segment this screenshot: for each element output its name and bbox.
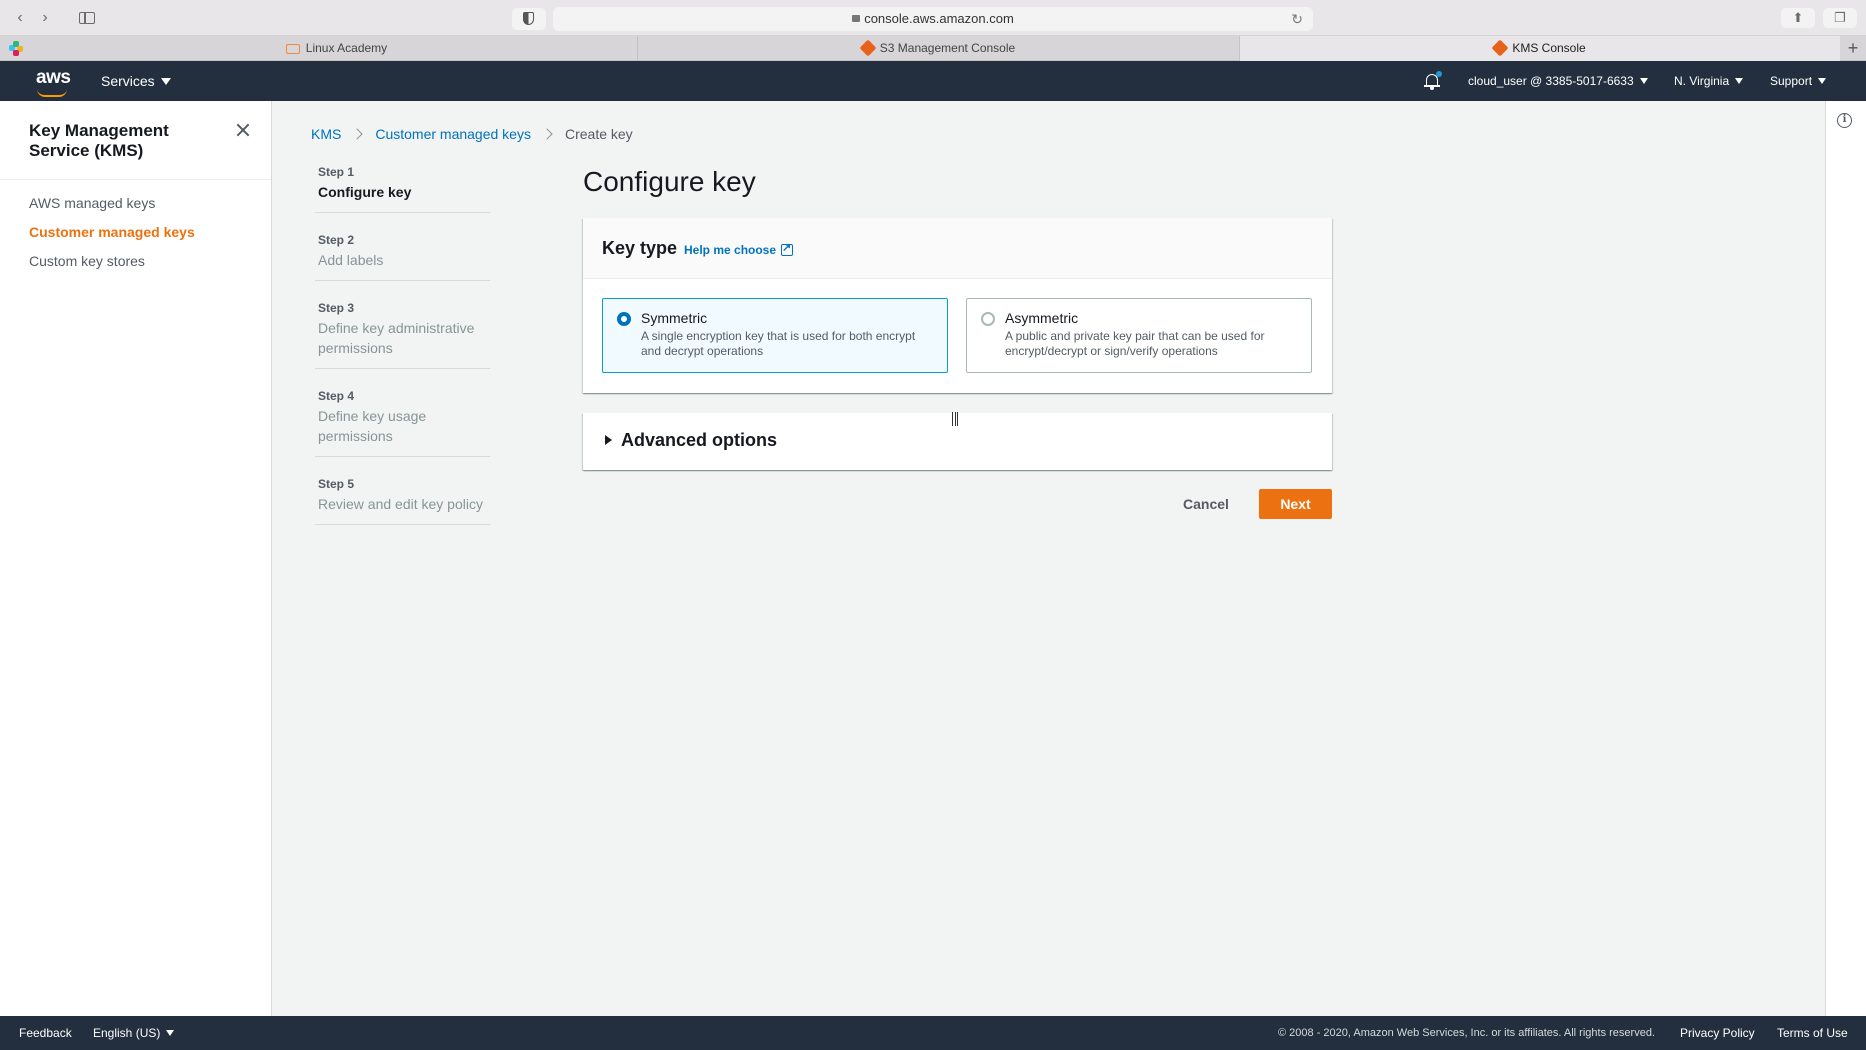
breadcrumb-customer-managed-keys[interactable]: Customer managed keys [375, 126, 531, 142]
wizard-step-3: Step 3 Define key administrative permiss… [315, 297, 490, 369]
forward-icon[interactable]: › [33, 8, 57, 28]
tab-s3-console[interactable]: S3 Management Console [638, 36, 1240, 61]
tab-bar: Linux Academy S3 Management Console KMS … [0, 36, 1866, 61]
wizard-step-2: Step 2 Add labels [315, 229, 490, 281]
slack-icon[interactable] [9, 41, 24, 56]
symmetric-radio[interactable] [617, 312, 631, 326]
footer: Feedback English (US) © 2008 - 2020, Ama… [0, 1016, 1866, 1050]
tab-linux-academy[interactable]: Linux Academy [36, 36, 638, 61]
services-label: Services [101, 73, 155, 89]
bell-icon[interactable] [1422, 71, 1442, 91]
step-label: Review and edit key policy [318, 496, 483, 512]
close-icon[interactable] [234, 121, 252, 139]
support-label: Support [1770, 74, 1813, 88]
region-label: N. Virginia [1674, 74, 1730, 88]
key-type-title: Key type [602, 238, 678, 258]
chevron-down-icon [160, 78, 171, 85]
sidebar-item-custom-key-stores[interactable]: Custom key stores [29, 253, 145, 269]
share-icon[interactable]: ⬆ [1781, 8, 1815, 28]
support-menu[interactable]: Support [1770, 61, 1827, 101]
tab-kms-console[interactable]: KMS Console [1240, 36, 1840, 61]
symmetric-description: A single encryption key that is used for… [641, 329, 916, 358]
url-text: console.aws.amazon.com [864, 11, 1014, 26]
step-label: Define key administrative permissions [318, 320, 475, 356]
chevron-down-icon [166, 1030, 175, 1036]
terms-of-use-link[interactable]: Terms of Use [1777, 1016, 1848, 1050]
step-label: Define key usage permissions [318, 408, 427, 444]
sidebar-item-customer-managed-keys[interactable]: Customer managed keys [29, 224, 195, 240]
sidebar-toggle-icon[interactable] [72, 8, 102, 28]
new-tab-icon[interactable]: + [1840, 36, 1866, 61]
asymmetric-label: Asymmetric [1005, 310, 1079, 326]
back-icon[interactable]: ‹ [8, 8, 32, 28]
asymmetric-radio[interactable] [981, 312, 995, 326]
key-type-asymmetric-tile[interactable]: Asymmetric A public and private key pair… [966, 298, 1312, 373]
key-type-panel: Key type Help me choose Symmetric A sing… [583, 218, 1332, 393]
breadcrumb: KMS Customer managed keys Create key [311, 126, 633, 142]
aws-favicon-icon [1491, 39, 1509, 57]
aws-favicon-icon [859, 39, 877, 57]
step-number: Step 3 [318, 301, 355, 315]
url-bar[interactable]: console.aws.amazon.com ↻ [553, 7, 1313, 31]
cancel-button[interactable]: Cancel [1170, 489, 1242, 519]
chevron-down-icon [1818, 78, 1827, 84]
key-type-symmetric-tile[interactable]: Symmetric A single encryption key that i… [602, 298, 948, 373]
step-number: Step 5 [318, 477, 355, 491]
main-content: KMS Customer managed keys Create key Step … [273, 101, 1825, 1016]
region-menu[interactable]: N. Virginia [1674, 61, 1744, 101]
privacy-policy-link[interactable]: Privacy Policy [1680, 1016, 1755, 1050]
aws-logo[interactable]: aws [36, 67, 71, 97]
step-number: Step 2 [318, 233, 355, 247]
help-me-choose-link[interactable]: Help me choose [684, 241, 794, 257]
reload-icon[interactable]: ↻ [1291, 7, 1303, 31]
next-button[interactable]: Next [1259, 489, 1332, 519]
account-label: cloud_user @ 3385-5017-6633 [1468, 74, 1634, 88]
breadcrumb-kms[interactable]: KMS [311, 126, 341, 142]
external-link-icon [781, 241, 794, 256]
chevron-right-icon [541, 128, 553, 140]
advanced-options-title: Advanced options [621, 430, 778, 450]
caret-right-icon [605, 435, 612, 445]
chevron-right-icon [351, 128, 364, 140]
step-number: Step 1 [318, 165, 355, 179]
copyright: © 2008 - 2020, Amazon Web Services, Inc.… [1278, 1027, 1655, 1039]
tab-label: Linux Academy [305, 41, 388, 55]
page-title: Configure key [583, 166, 756, 197]
nav-title: Key Management Service (KMS) [29, 121, 169, 160]
aws-header: aws Services cloud_user @ 3385-5017-6633… [0, 61, 1866, 101]
language-selector[interactable]: English (US) [93, 1016, 175, 1050]
feedback-link[interactable]: Feedback [19, 1016, 72, 1050]
side-navigation: Key Management Service (KMS) AWS managed… [0, 101, 272, 1016]
key-type-header: Key type Help me choose [583, 218, 1332, 279]
services-menu[interactable]: Services [101, 61, 171, 101]
text-cursor-icon [952, 412, 958, 426]
symmetric-label: Symmetric [641, 310, 708, 326]
chevron-down-icon [1639, 78, 1648, 84]
tab-label: S3 Management Console [879, 41, 1016, 55]
help-panel-rail: i [1825, 101, 1866, 1016]
tabs-overview-icon[interactable]: ❐ [1823, 8, 1857, 28]
step-label: Add labels [318, 252, 384, 268]
wizard-step-4: Step 4 Define key usage permissions [315, 385, 490, 457]
sidebar-item-aws-managed-keys[interactable]: AWS managed keys [29, 195, 155, 211]
language-label: English (US) [93, 1026, 161, 1040]
linux-academy-favicon-icon [285, 44, 300, 54]
browser-toolbar: ‹ › console.aws.amazon.com ↻ ⬆ ❐ [0, 0, 1866, 36]
chevron-down-icon [1735, 78, 1744, 84]
help-link-label: Help me choose [684, 243, 777, 257]
asymmetric-description: A public and private key pair that can b… [1005, 329, 1265, 358]
account-menu[interactable]: cloud_user @ 3385-5017-6633 [1468, 61, 1648, 101]
shield-icon[interactable] [512, 8, 546, 30]
lock-icon [852, 15, 861, 22]
breadcrumb-current: Create key [564, 126, 633, 142]
step-label: Configure key [318, 184, 412, 200]
wizard-step-5: Step 5 Review and edit key policy [315, 473, 490, 525]
tab-label: KMS Console [1512, 41, 1586, 55]
step-number: Step 4 [318, 389, 355, 403]
nav-divider [0, 179, 271, 180]
info-icon[interactable]: i [1837, 113, 1852, 128]
wizard-steps: Step 1 Configure key Step 2 Add labels S… [315, 161, 490, 541]
wizard-step-1[interactable]: Step 1 Configure key [315, 161, 490, 213]
